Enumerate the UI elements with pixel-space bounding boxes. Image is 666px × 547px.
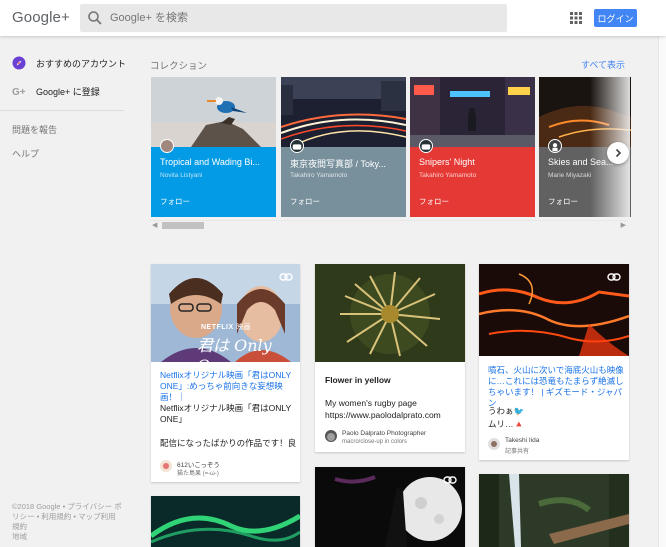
collection-card[interactable]: Tropical and Wading Bi... Novita Listyan… [151, 77, 276, 217]
netflix-brand: NETFLIX 映画 [201, 322, 251, 332]
follow-button[interactable]: フォロー [160, 196, 190, 207]
netflix-title-overlay: 君は Only One [197, 336, 272, 375]
author-avatar[interactable] [488, 438, 500, 450]
collection-card[interactable]: 東京夜間写真部 / Toky... Takahiro Yamamoto フォロー [281, 77, 406, 217]
collection-owner: Takahiro Yamamoto [290, 172, 348, 179]
search-input[interactable] [110, 4, 490, 32]
collection-title: Tropical and Wading Bi... [160, 157, 260, 167]
post-card[interactable]: Flower in yellow My women's rugby page h… [315, 264, 465, 452]
post-body: 配信になったばかりの作品です！良 [160, 438, 297, 448]
post-card[interactable] [151, 496, 300, 547]
footer-legal-text[interactable]: ©2018 Google • プライバシー ポリシー • 利用規約 • マップ利… [12, 502, 122, 531]
footer-legal[interactable]: ©2018 Google • プライバシー ポリシー • 利用規約 • マップ利… [12, 502, 122, 542]
follow-button[interactable]: フォロー [290, 196, 320, 207]
owner-avatar [548, 139, 562, 153]
post-link-text[interactable]: Netflixオリジナル映画「君はONLY ONE」:めっちゃ前向きな妄想映画！… [160, 370, 296, 403]
help-link[interactable]: ヘルプ [12, 147, 39, 160]
author-name[interactable]: Paolo Dalprato Photographer [342, 430, 426, 437]
post-image [479, 474, 629, 547]
collection-title: Snipers' Night [419, 157, 475, 167]
post-card[interactable]: NETFLIX 映画 君は Only One Netflixオリジナル映画「君は… [151, 264, 300, 482]
author-subtitle: 記事共有 [505, 449, 530, 455]
login-button[interactable]: ログイン [594, 9, 637, 27]
author-subtitle: 猫た島果 (=-ω-) [177, 471, 219, 477]
sidebar-item-label: Google+ に登録 [36, 86, 100, 97]
apps-grid-icon[interactable] [570, 12, 582, 24]
post-image [151, 496, 300, 547]
post-body: My women's rugby page [325, 398, 461, 409]
collection-card[interactable]: Snipers' Night Takahiro Yamamoto フォロー [410, 77, 535, 217]
owner-avatar [419, 139, 433, 153]
sidebar-item-join[interactable]: G+ Google+ に登録 [12, 84, 100, 99]
link-icon [279, 273, 293, 281]
collection-title: 東京夜間写真部 / Toky... [290, 159, 386, 169]
sidebar-divider [0, 110, 124, 111]
google-plus-icon: G+ [12, 87, 26, 98]
compass-icon [12, 56, 26, 70]
collection-owner: Marie Miyazaki [548, 172, 592, 179]
netflix-brand-name: NETFLIX [201, 324, 234, 331]
page-scrollbar[interactable] [658, 0, 666, 547]
show-all-link[interactable]: すべて表示 [581, 58, 625, 71]
post-image [315, 264, 465, 362]
post-body: ムリ…🔺 [488, 419, 525, 429]
collection-cover-image [410, 77, 535, 147]
owner-avatar-image [292, 144, 302, 150]
collections-heading: コレクション [150, 61, 208, 72]
post-body-bold: My women's rugby page [325, 398, 417, 408]
owner-avatar [290, 139, 304, 153]
link-icon [443, 476, 457, 484]
collection-cover-image [281, 77, 406, 147]
post-url[interactable]: https://www.paolodalprato.com [325, 410, 465, 421]
post-card[interactable]: 噴石、火山に次いで海底火山も映像に…これには恐竜もたまらず絶滅しちゃいます！ |… [479, 264, 629, 460]
author-avatar-image [327, 433, 335, 441]
sidebar-item-label: おすすめのアカウント [36, 58, 127, 69]
search-icon [88, 11, 102, 25]
scrollbar-thumb[interactable] [162, 222, 204, 229]
follow-button[interactable]: フォロー [419, 196, 449, 207]
author-avatar-image [163, 463, 169, 469]
chevron-right-icon [615, 148, 622, 158]
netflix-brand-sub: 映画 [236, 324, 252, 331]
collection-owner: Takahiro Yamamoto [419, 172, 477, 179]
post-body: うわぁ🐦 [488, 406, 525, 416]
author-avatar[interactable] [325, 430, 337, 442]
owner-avatar [160, 139, 174, 153]
link-icon [607, 273, 621, 281]
sidebar-item-recommended[interactable]: おすすめのアカウント [12, 56, 126, 70]
owner-avatar-image [552, 143, 558, 152]
author-name[interactable]: Takeshi Iida [505, 437, 539, 444]
carousel-scrollbar[interactable]: ◀ ▶ [150, 220, 628, 229]
collection-owner: Novita Listyani [160, 172, 203, 179]
post-title: Flower in yellow [325, 375, 391, 385]
svg-text:G+: G+ [12, 87, 26, 98]
post-link-text[interactable]: 噴石、火山に次いで海底火山も映像に…これには恐竜もたまらず絶滅しちゃいます！ |… [488, 365, 624, 409]
follow-button[interactable]: フォロー [548, 196, 578, 207]
google-plus-logo[interactable]: Google+ [12, 9, 70, 26]
author-subtitle: macro/close-up in colors [342, 439, 408, 445]
post-body: Netflixオリジナル映画「君はONLY ONE」 [160, 403, 291, 424]
post-card[interactable] [315, 467, 465, 547]
post-card[interactable] [479, 474, 629, 547]
footer-region[interactable]: 地域 [12, 532, 27, 541]
scroll-right-icon[interactable]: ▶ [621, 221, 626, 229]
search-box[interactable] [80, 4, 507, 32]
carousel-next-button[interactable] [607, 142, 629, 164]
author-avatar[interactable] [160, 460, 172, 472]
scroll-left-icon[interactable]: ◀ [152, 221, 157, 229]
top-bar: Google+ ログイン [0, 0, 666, 36]
report-problem-link[interactable]: 問題を報告 [12, 123, 57, 136]
owner-avatar-image [421, 144, 431, 150]
author-avatar-image [491, 441, 497, 447]
collection-cover-image [151, 77, 276, 147]
